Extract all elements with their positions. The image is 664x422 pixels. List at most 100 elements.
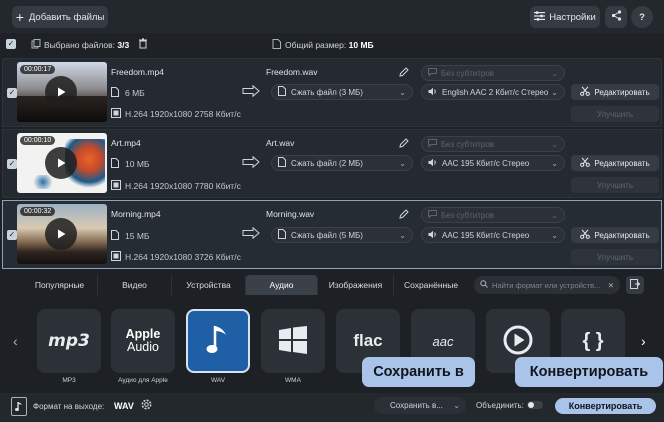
play-icon[interactable] [45,147,77,179]
chevron-down-icon: ⌄ [551,210,558,220]
export-icon [630,279,641,291]
format-tile-wav[interactable] [186,309,250,373]
tab-video[interactable]: Видео [98,275,172,295]
subtitles-dropdown[interactable]: Без субтитров ⌄ [421,65,565,81]
trash-icon[interactable] [138,38,148,51]
file-checkbox[interactable]: ✓ [7,159,17,169]
video-thumbnail[interactable]: 00:00:17 [17,62,107,122]
toggle-knob [528,402,534,408]
tab-devices[interactable]: Устройства [172,275,246,295]
help-button[interactable]: ? [631,6,653,28]
tab-audio[interactable]: Аудио [246,275,318,295]
chevron-right-icon[interactable]: › [641,333,646,349]
compress-dropdown[interactable]: Сжать файл (3 МБ) ⌄ [271,84,413,100]
video-codec-icon [111,180,121,192]
rename-pencil-icon[interactable] [396,206,411,221]
compress-value: Сжать файл (2 МБ) [291,158,363,168]
chevron-down-icon: ⌄ [551,87,558,97]
selected-files-count: 3/3 [117,40,130,50]
convert-arrow-icon [242,84,260,99]
play-icon[interactable] [45,76,77,108]
file-row[interactable]: ✓ 00:00:17 Freedom.mp4 6 МБ H.264 1920x1… [2,58,662,127]
tab-images[interactable]: Изображения [318,275,394,295]
rename-pencil-icon[interactable] [396,135,411,150]
tab-saved[interactable]: Сохранённые [394,275,468,295]
tab-popular[interactable]: Популярные [22,275,98,295]
video-codec-icon [111,251,121,263]
subtitles-dropdown[interactable]: Без субтитров ⌄ [421,207,565,223]
clear-icon[interactable]: ✕ [608,281,614,290]
compress-file-icon [278,229,286,241]
gear-icon[interactable] [140,398,153,413]
convert-button[interactable]: Конвертировать [555,398,656,414]
merge-toggle[interactable] [527,401,543,409]
total-size-label: Общий размер: 10 МБ [285,40,374,50]
file-size: 10 МБ [125,159,150,169]
plus-icon: + [15,9,24,25]
improve-button[interactable]: Улучшить [571,106,659,122]
compress-value: Сжать файл (5 МБ) [291,230,363,240]
rename-pencil-icon[interactable] [396,64,411,79]
aac-logo: aac [432,333,454,349]
output-file-name[interactable]: Freedom.wav [266,67,318,77]
save-to-tooltip: Сохранить в [362,357,475,387]
play-icon[interactable] [45,218,77,250]
file-name: Morning.mp4 [111,209,161,219]
edit-label: Редактировать [594,87,650,97]
settings-icon [534,10,546,24]
settings-button[interactable]: Настройки [530,6,600,28]
mp3-logo: mp3 [48,331,90,351]
share-icon [611,10,622,24]
add-files-button[interactable]: + Добавить файлы [12,6,108,28]
audio-track-dropdown[interactable]: English AAC 2 Кбит/с Стерео ⌄ [421,84,565,100]
format-label: WAV [210,377,226,384]
select-all-checkbox[interactable]: ✓ [6,39,16,49]
file-checkbox[interactable]: ✓ [7,88,17,98]
compress-dropdown[interactable]: Сжать файл (5 МБ) ⌄ [271,227,413,243]
selected-files-text: Выбрано файлов: [44,40,116,50]
format-tile-wma[interactable] [261,309,325,373]
format-label: WMA [285,377,301,384]
chevron-left-icon[interactable]: ‹ [13,333,18,349]
edit-button[interactable]: Редактировать [571,155,659,171]
compress-file-icon [278,86,286,98]
chevron-down-icon: ⌄ [399,230,406,240]
file-name: Freedom.mp4 [111,67,164,77]
output-file-name[interactable]: Art.wav [266,138,294,148]
total-size-value: 10 МБ [348,40,374,50]
scissors-icon [580,229,591,241]
convert-tooltip-text: Конвертировать [529,364,649,380]
edit-button[interactable]: Редактировать [571,84,659,100]
chevron-down-icon: ⌄ [551,68,558,78]
file-size: 6 МБ [125,88,145,98]
subtitles-value: Без субтитров [441,210,495,220]
file-row[interactable]: ✓ 00:00:10 Art.mp4 10 МБ H.264 1920x1080… [2,129,662,198]
format-label: Аудио для Apple [118,377,168,384]
video-thumbnail[interactable]: 00:00:32 [17,204,107,264]
format-search-input[interactable]: Найти формат или устройств... ✕ [474,276,620,294]
file-row[interactable]: ✓ 00:00:32 Morning.mp4 15 МБ H.264 1920x… [2,200,662,269]
file-checkbox[interactable]: ✓ [7,230,17,240]
settings-label: Настройки [549,11,596,23]
format-tile-mp3[interactable]: mp3 [37,309,101,373]
improve-button[interactable]: Улучшить [571,249,659,265]
video-codec-icon [111,108,121,120]
format-label: MP3 [62,377,76,384]
share-button[interactable] [605,6,627,28]
audio-track-dropdown[interactable]: AAC 195 Кбит/с Стерео ⌄ [421,227,565,243]
audio-track-dropdown[interactable]: AAC 195 Кбит/с Стерео ⌄ [421,155,565,171]
add-files-label: Добавить файлы [28,11,105,23]
audio-value: AAC 195 Кбит/с Стерео [442,230,530,240]
subtitles-dropdown[interactable]: Без субтитров ⌄ [421,136,565,152]
export-format-button[interactable] [626,276,644,294]
improve-button[interactable]: Улучшить [571,177,659,193]
video-thumbnail[interactable]: 00:00:10 [17,133,107,193]
edit-button[interactable]: Редактировать [571,227,659,243]
format-tile-apple-audio[interactable]: Apple Audio [111,309,175,373]
file-size-icon [272,39,281,51]
compress-value: Сжать файл (3 МБ) [291,87,363,97]
compress-dropdown[interactable]: Сжать файл (2 МБ) ⌄ [271,155,413,171]
audio-value: AAC 195 Кбит/с Стерео [442,158,530,168]
save-to-dropdown[interactable]: Сохранить в... ⌄ [374,397,466,414]
output-file-name[interactable]: Morning.wav [266,209,314,219]
